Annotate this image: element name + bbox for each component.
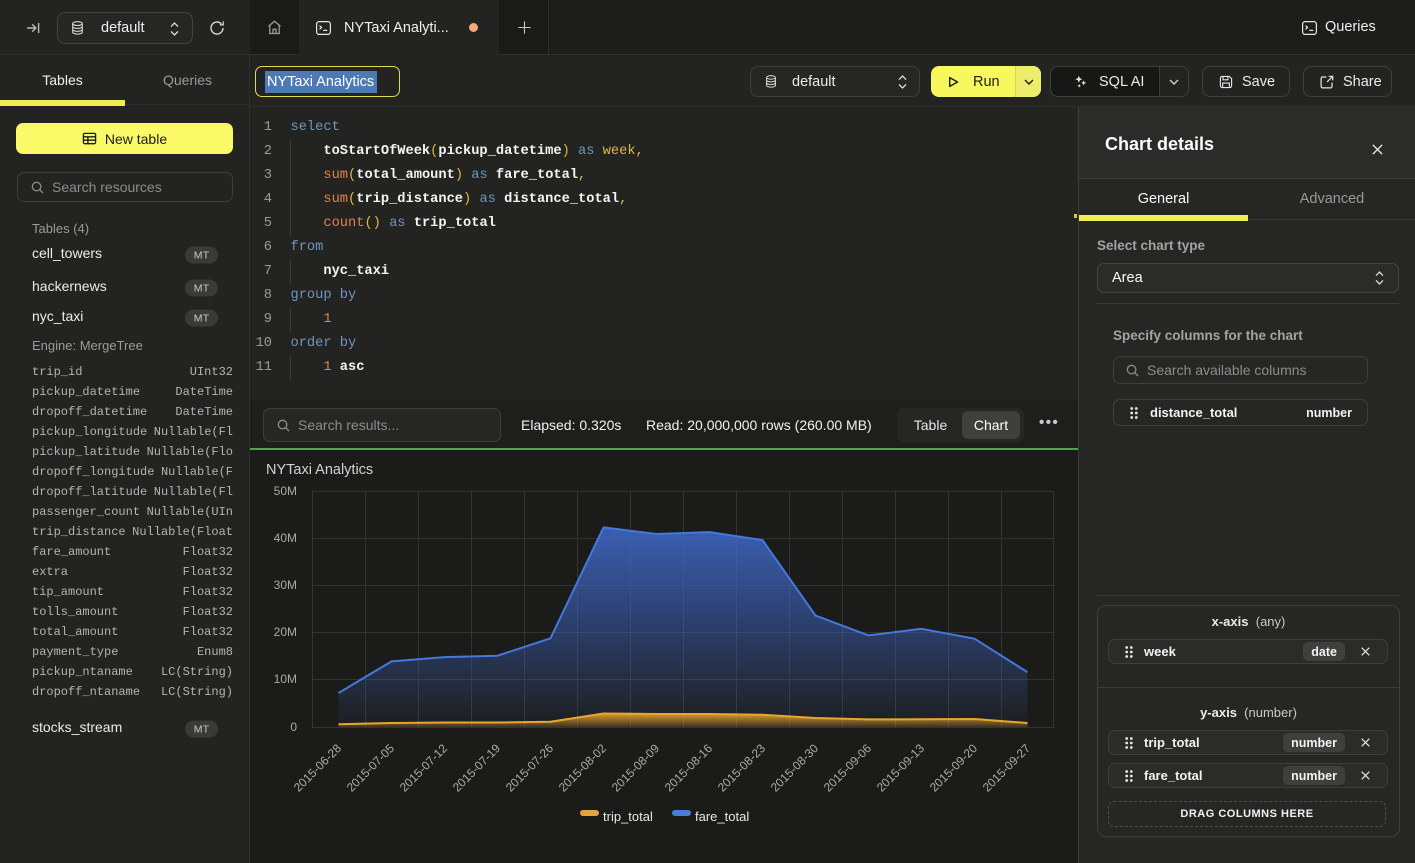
- svg-text:trip_total: trip_total: [603, 809, 653, 824]
- svg-text:2015-07-12: 2015-07-12: [397, 741, 451, 795]
- svg-text:2015-09-20: 2015-09-20: [927, 741, 981, 795]
- svg-text:fare_total: fare_total: [695, 809, 749, 824]
- svg-text:40M: 40M: [274, 531, 297, 545]
- svg-text:2015-09-06: 2015-09-06: [821, 741, 875, 795]
- svg-text:2015-08-30: 2015-08-30: [768, 741, 822, 795]
- svg-text:30M: 30M: [274, 578, 297, 592]
- svg-text:50M: 50M: [274, 484, 297, 498]
- svg-text:0: 0: [290, 720, 297, 734]
- svg-text:2015-07-05: 2015-07-05: [344, 741, 398, 795]
- svg-text:2015-06-28: 2015-06-28: [291, 741, 345, 795]
- svg-text:NYTaxi Analytics: NYTaxi Analytics: [266, 462, 373, 478]
- svg-text:2015-08-16: 2015-08-16: [662, 741, 716, 795]
- svg-text:2015-09-13: 2015-09-13: [874, 741, 928, 795]
- svg-text:10M: 10M: [274, 672, 297, 686]
- svg-text:2015-08-02: 2015-08-02: [556, 741, 610, 795]
- svg-text:2015-08-23: 2015-08-23: [715, 741, 769, 795]
- svg-text:2015-07-26: 2015-07-26: [503, 741, 557, 795]
- svg-text:2015-09-27: 2015-09-27: [980, 741, 1034, 795]
- svg-text:2015-07-19: 2015-07-19: [450, 741, 504, 795]
- svg-text:20M: 20M: [274, 625, 297, 639]
- svg-text:2015-08-09: 2015-08-09: [609, 741, 663, 795]
